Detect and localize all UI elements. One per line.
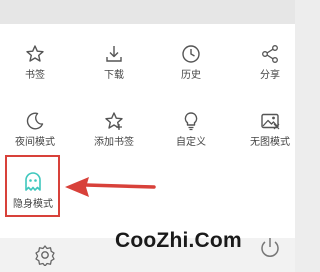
top-strip: [0, 0, 295, 24]
menu-item-bookmarks[interactable]: 书签: [0, 44, 72, 100]
menu-item-label: 添加书签: [94, 137, 134, 148]
menu-item-label: 书签: [25, 70, 45, 81]
download-icon: [106, 46, 122, 62]
menu-item-label: 无图模式: [250, 137, 290, 148]
menu-item-customize[interactable]: 自定义: [154, 111, 228, 167]
menu-item-add-bookmark[interactable]: 添加书签: [77, 111, 151, 167]
annotation-arrow: [65, 177, 156, 197]
menu-item-label: 下载: [104, 70, 124, 81]
menu-item-no-image-mode[interactable]: 无图模式: [233, 111, 307, 167]
menu-item-label: 夜间模式: [15, 137, 55, 148]
clock-icon: [182, 45, 200, 63]
menu-item-history[interactable]: 历史: [154, 44, 228, 100]
watermark-text: CooZhi.Com: [115, 229, 242, 252]
share-icon: [262, 45, 278, 63]
image-icon: [261, 113, 280, 130]
gear-icon[interactable]: [34, 244, 56, 266]
lightbulb-icon: [184, 112, 198, 131]
menu-item-share[interactable]: 分享: [233, 44, 307, 100]
star-plus-icon: [105, 112, 123, 130]
menu-item-label: 分享: [260, 70, 280, 81]
star-icon: [26, 45, 44, 62]
menu-item-downloads[interactable]: 下载: [77, 44, 151, 100]
menu-item-label: 历史: [181, 70, 201, 81]
highlight-box: [5, 155, 60, 217]
power-icon[interactable]: [258, 235, 282, 259]
menu-item-label: 自定义: [176, 137, 206, 148]
moon-icon: [26, 112, 44, 130]
